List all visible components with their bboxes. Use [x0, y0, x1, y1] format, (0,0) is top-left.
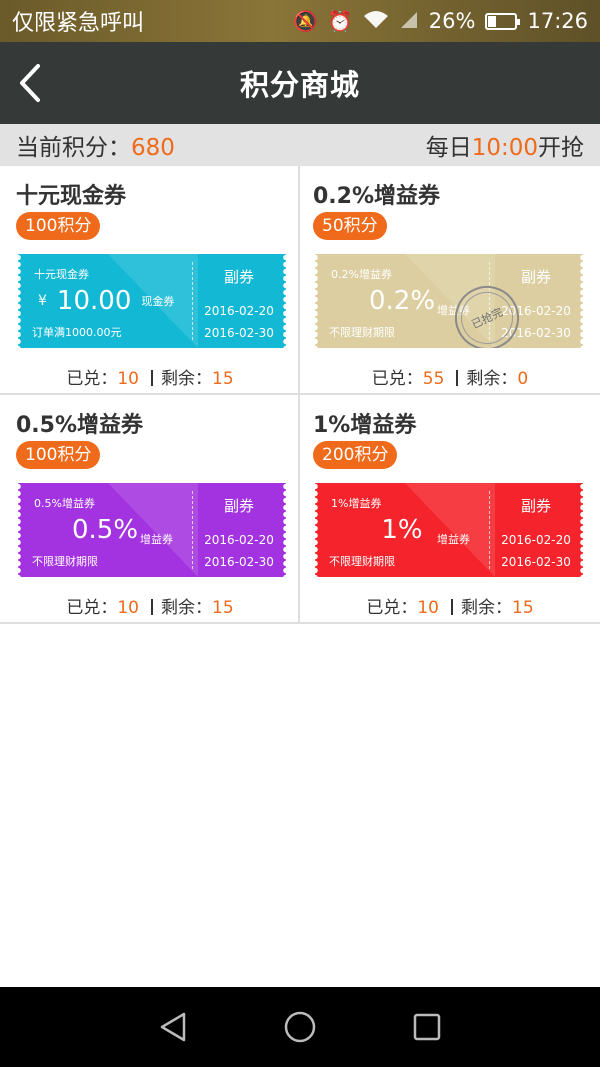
clock: 17:26	[527, 9, 588, 33]
coupon-ticket[interactable]: 0.2%增益券 0.2% 增益券 不限理财期限 副券 2016-02-20 20…	[315, 254, 583, 348]
ticket-date-start: 2016-02-20	[204, 533, 274, 547]
ticket-copy-label: 副券	[520, 497, 551, 515]
status-icons: 🔕 ⏰ 26% 17:26	[293, 9, 588, 33]
ticket-condition: 不限理财期限	[32, 555, 98, 568]
remaining-label: 剩余：	[161, 369, 212, 389]
battery-icon	[485, 12, 521, 30]
carrier-text: 仅限紧急呼叫	[12, 11, 145, 36]
coupon-stats: 已兑：55 剩余：0	[300, 364, 600, 389]
back-button[interactable]	[10, 60, 54, 106]
nav-back-button[interactable]	[153, 1007, 193, 1047]
current-points-value: 680	[131, 135, 175, 161]
coupon-ticket[interactable]: 1%增益券 1% 增益券 不限理财期限 副券 2016-02-20 2016-0…	[315, 483, 583, 577]
coupon-card[interactable]: 0.5%增益券 100积分 0.5%增益券 0.5% 增益券 不限理财期限 副券…	[0, 395, 300, 622]
battery-percent: 26%	[428, 9, 476, 33]
coupon-title: 0.2%增益券	[313, 184, 441, 209]
coupon-stats: 已兑：10 剩余：15	[0, 593, 300, 618]
triangle-back-icon	[161, 1012, 186, 1042]
ticket-name: 0.5%增益券	[34, 497, 95, 510]
coupon-row: 十元现金券 100积分 十元现金券 ¥10.00 现金券 订单满1000.00元 …	[0, 166, 600, 395]
current-points-label: 当前积分：	[16, 135, 131, 161]
ticket-name: 1%增益券	[331, 497, 382, 510]
remaining-label: 剩余：	[161, 598, 212, 618]
remaining-count: 15	[212, 369, 234, 389]
circle-home-icon	[284, 1011, 316, 1043]
square-recents-icon	[413, 1013, 440, 1041]
coupon-title: 0.5%增益券	[16, 413, 144, 438]
daily-suffix: 开抢	[538, 135, 584, 161]
daily-start: 每日10:00开抢	[426, 128, 584, 162]
mute-icon: 🔕	[292, 9, 318, 33]
page-title: 积分商城	[239, 68, 360, 102]
remaining-count: 15	[212, 598, 234, 618]
ticket-date-end: 2016-02-30	[204, 326, 274, 340]
yen-symbol: ¥	[38, 293, 47, 309]
ticket-condition: 订单满1000.00元	[32, 326, 122, 339]
title-bar: 积分商城	[0, 42, 600, 124]
exchanged-count: 10	[417, 598, 439, 618]
ticket-date-end: 2016-02-30	[204, 555, 274, 569]
coupon-card[interactable]: 十元现金券 100积分 十元现金券 ¥10.00 现金券 订单满1000.00元 …	[0, 166, 300, 393]
coupon-stats: 已兑：10 剩余：15	[300, 593, 600, 618]
ticket-type: 增益券	[140, 533, 173, 546]
ticket-date-end: 2016-02-30	[501, 555, 571, 569]
exchanged-label: 已兑：	[66, 369, 118, 389]
ticket-value: ¥10.00 现金券	[38, 286, 174, 316]
ticket-condition: 不限理财期限	[329, 326, 395, 339]
exchanged-count: 10	[117, 598, 139, 618]
daily-prefix: 每日	[425, 135, 472, 161]
coupon-row: 0.5%增益券 100积分 0.5%增益券 0.5% 增益券 不限理财期限 副券…	[0, 395, 600, 624]
navigation-bar	[0, 987, 600, 1067]
coupon-card[interactable]: 0.2%增益券 50积分 0.2%增益券 0.2% 增益券 不限理财期限 副券 …	[300, 166, 600, 393]
ticket-type: 现金券	[141, 295, 175, 308]
exchanged-label: 已兑：	[371, 369, 423, 389]
cost-badge: 50积分	[313, 212, 387, 240]
remaining-count: 0	[517, 369, 529, 389]
coupon-card[interactable]: 1%增益券 200积分 1%增益券 1% 增益券 不限理财期限 副券 2016-…	[300, 395, 600, 622]
ticket-copy-label: 副券	[223, 268, 254, 286]
ticket-date-start: 2016-02-20	[204, 304, 274, 318]
remaining-count: 15	[512, 598, 534, 618]
coupon-ticket[interactable]: 十元现金券 ¥10.00 现金券 订单满1000.00元 副券 2016-02-2…	[18, 254, 286, 348]
exchanged-count: 55	[422, 369, 445, 389]
cost-badge: 100积分	[16, 441, 101, 469]
coupon-ticket[interactable]: 0.5%增益券 0.5% 增益券 不限理财期限 副券 2016-02-20 20…	[18, 483, 286, 577]
exchanged-count: 10	[117, 369, 139, 389]
remaining-label: 剩余：	[466, 369, 518, 389]
ticket-copy-label: 副券	[520, 268, 551, 286]
chevron-left-icon	[20, 64, 40, 102]
ticket-copy-label: 副券	[223, 497, 254, 515]
exchanged-label: 已兑：	[366, 598, 418, 618]
cost-badge: 100积分	[16, 212, 101, 240]
ticket-amount: 10.00	[56, 286, 132, 316]
current-points: 当前积分：680	[16, 128, 175, 162]
coupon-title: 十元现金券	[16, 184, 127, 209]
nav-home-button[interactable]	[280, 1007, 320, 1047]
points-bar: 当前积分：680 每日10:00开抢	[0, 124, 600, 166]
alarm-icon: ⏰	[327, 9, 353, 33]
ticket-date-start: 2016-02-20	[501, 533, 571, 547]
remaining-label: 剩余：	[461, 598, 512, 618]
ticket-name: 0.2%增益券	[331, 268, 392, 281]
signal-icon	[399, 10, 419, 33]
daily-time: 10:00	[471, 135, 538, 161]
cost-badge: 200积分	[313, 441, 398, 469]
wifi-icon	[363, 10, 389, 33]
coupon-stats: 已兑：10 剩余：15	[0, 364, 300, 389]
ticket-type: 增益券	[437, 533, 470, 546]
coupon-title: 1%增益券	[313, 413, 417, 438]
nav-recents-button[interactable]	[407, 1007, 447, 1047]
coupon-grid: 十元现金券 100积分 十元现金券 ¥10.00 现金券 订单满1000.00元 …	[0, 166, 600, 624]
ticket-name: 十元现金券	[34, 268, 89, 281]
exchanged-label: 已兑：	[66, 598, 118, 618]
status-bar: 仅限紧急呼叫 🔕 ⏰ 26% 17:26	[0, 0, 600, 42]
ticket-condition: 不限理财期限	[329, 555, 395, 568]
